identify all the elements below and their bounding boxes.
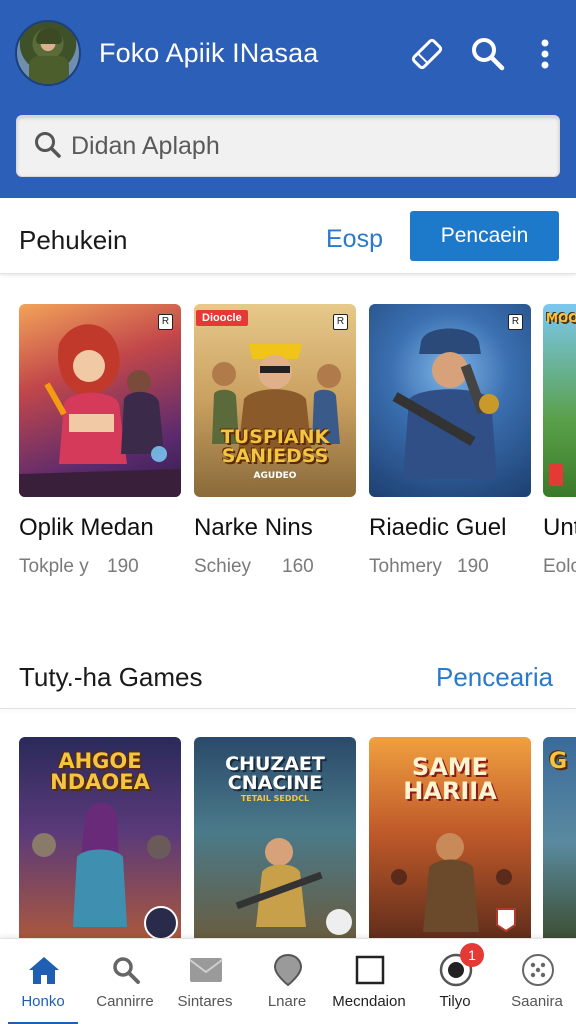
hero-art: [235, 838, 352, 935]
section-link[interactable]: Eosp: [326, 225, 383, 254]
nav-item-library[interactable]: Mecndaion: [328, 939, 410, 1024]
nav-label: Sintares: [177, 993, 233, 1010]
game-thumbnail: Dioocle R TUSPIANK SANIEDSS AGUDEO: [194, 304, 356, 497]
bottom-navigation: Honko Cannirre Sintares Lnare Mecndaion: [0, 938, 576, 1024]
game-card[interactable]: R Riaedic Guel Tohmery 190: [369, 304, 531, 577]
hero-art: [392, 328, 499, 479]
app-title: Foko Apiik INasaa: [99, 38, 319, 68]
game-thumbnail: MOON: [543, 304, 576, 497]
bookmark-icon[interactable]: R: [158, 314, 173, 330]
hero-art: [19, 324, 181, 497]
game-developer: Tokple y: [19, 556, 89, 577]
nav-item-more[interactable]: Saanira: [496, 939, 576, 1024]
ticket-icon[interactable]: [407, 34, 447, 74]
game-count: 190: [457, 556, 489, 577]
avatar[interactable]: [15, 20, 81, 86]
search-bar[interactable]: [16, 115, 560, 177]
nav-label: Tilyo: [439, 993, 471, 1010]
game-title: Narke Nins: [194, 514, 313, 541]
game-card[interactable]: Dioocle R TUSPIANK SANIEDSS AGUDEO Narke…: [194, 304, 356, 577]
game-thumbnail: AHGOE NDAOEA: [19, 737, 181, 947]
game-thumbnail: CHUZAET CNACINE TETAIL SEDDCL: [194, 737, 356, 947]
search-icon[interactable]: [468, 34, 508, 74]
game-thumbnail: R: [19, 304, 181, 497]
game-card[interactable]: G: [543, 737, 576, 947]
square-icon: [353, 953, 387, 987]
thumbnail-title: MOON: [546, 311, 576, 325]
game-title: Unt: [543, 514, 576, 541]
map-pin-icon: [271, 953, 305, 987]
game-card[interactable]: R Oplik Medan Tokple y 190: [19, 304, 181, 577]
nav-label: Cannirre: [96, 993, 154, 1010]
section-title: Tuty.-ha Games: [19, 662, 203, 692]
search-icon: [109, 953, 143, 987]
notification-badge: 1: [460, 943, 484, 967]
search-input[interactable]: [71, 131, 531, 161]
nav-label: Saanira: [511, 993, 563, 1010]
nav-label: Mecndaion: [332, 993, 406, 1010]
section-link[interactable]: Pencearia: [436, 662, 553, 693]
avatar-helmet: [36, 28, 62, 44]
game-count: 160: [282, 556, 314, 577]
game-card[interactable]: SAME HARIIA: [369, 737, 531, 947]
nav-item-search[interactable]: Cannirre: [84, 939, 166, 1024]
game-developer: Tohmery: [369, 556, 442, 577]
thumbnail-subtitle: AGUDEO: [253, 471, 297, 481]
mail-icon: [189, 953, 223, 987]
nav-item-home[interactable]: Honko: [2, 939, 84, 1024]
thumbnail-title: G: [549, 749, 568, 774]
game-title: Riaedic Guel: [369, 514, 507, 541]
hero-art: [212, 344, 341, 454]
game-thumbnail: SAME HARIIA: [369, 737, 531, 947]
section-title: Pehukein: [19, 225, 128, 255]
home-icon: [27, 953, 61, 987]
search-bar-icon: [35, 132, 61, 158]
section-divider: [0, 708, 576, 709]
hero-art: [32, 802, 178, 940]
bookmark-icon[interactable]: R: [508, 314, 523, 330]
section-action-button[interactable]: Pencaein: [410, 211, 559, 261]
game-card[interactable]: AHGOE NDAOEA: [19, 737, 181, 947]
game-title: Oplik Medan: [19, 514, 154, 541]
nav-item-messages[interactable]: Sintares: [164, 939, 246, 1024]
game-card[interactable]: CHUZAET CNACINE TETAIL SEDDCL: [194, 737, 356, 947]
promo-tag: Dioocle: [196, 310, 248, 326]
nav-label: Lnare: [267, 993, 307, 1010]
hero-art: [391, 833, 516, 933]
section-header-featured: Pehukein Eosp Pencaein: [0, 198, 576, 274]
game-developer: Schiey: [194, 556, 252, 577]
nav-item-location[interactable]: Lnare: [246, 939, 328, 1024]
game-thumbnail: R: [369, 304, 531, 497]
avatar-body: [29, 56, 69, 84]
game-count: 190: [107, 556, 139, 577]
nav-item-activity[interactable]: 1 Tilyo: [414, 939, 496, 1024]
app-icon: [549, 464, 563, 486]
more-vertical-icon[interactable]: [525, 34, 565, 74]
game-card[interactable]: MOON Unt Eolo: [543, 304, 576, 577]
dots-circle-icon: [521, 953, 555, 987]
thumbnail-title: TUSPIANK SANIEDSS: [220, 426, 330, 467]
app-header: Foko Apiik INasaa: [0, 0, 576, 198]
app-screen: Foko Apiik INasaa Didan Aplaph Pehukein …: [0, 0, 576, 1024]
game-thumbnail: G: [543, 737, 576, 947]
game-developer: Eolo: [543, 556, 576, 577]
bookmark-icon[interactable]: R: [333, 314, 348, 330]
nav-label: Honko: [21, 993, 65, 1010]
